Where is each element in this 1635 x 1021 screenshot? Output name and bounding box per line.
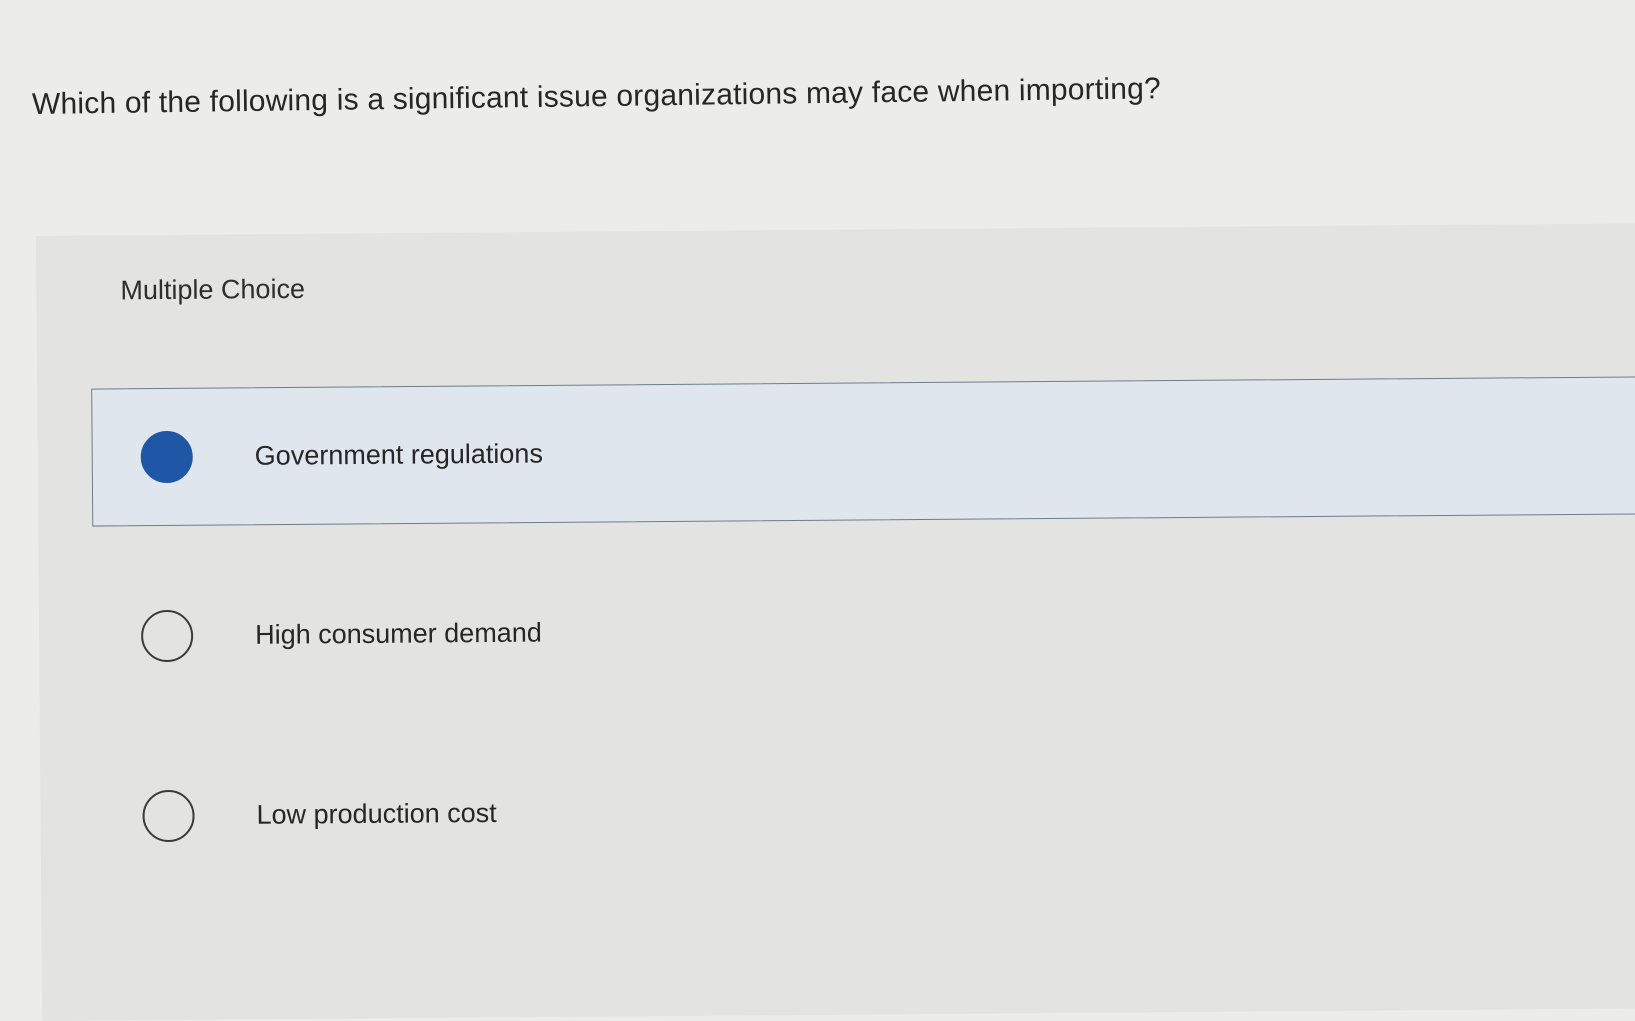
option-label: Low production cost [256, 797, 497, 830]
option-government-regulations[interactable]: Government regulations [91, 376, 1635, 527]
option-high-consumer-demand[interactable]: High consumer demand [93, 555, 1635, 705]
radio-unselected-icon[interactable] [142, 789, 195, 843]
answer-panel: Multiple Choice Government regulations H… [36, 223, 1635, 1021]
radio-unselected-icon[interactable] [140, 609, 194, 663]
option-label: High consumer demand [255, 617, 542, 650]
radio-selected-icon[interactable] [140, 430, 193, 484]
question-text: Which of the following is a significant … [31, 72, 1162, 121]
option-label: Government regulations [254, 438, 543, 471]
option-low-production-cost[interactable]: Low production cost [94, 735, 1635, 885]
question-type-label: Multiple Choice [120, 273, 306, 306]
